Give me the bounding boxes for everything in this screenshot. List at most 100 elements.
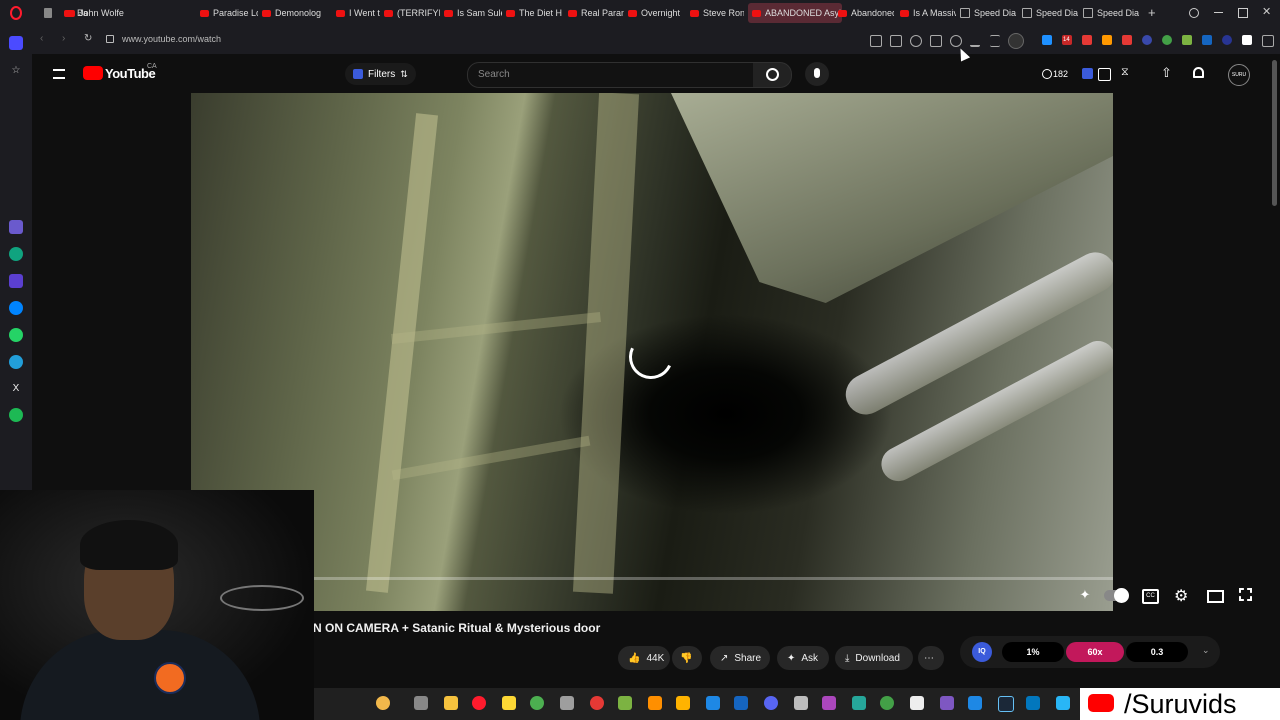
new-tab-button[interactable]: + — [1148, 5, 1156, 20]
filters-button[interactable]: Filters ⇅ — [345, 63, 416, 85]
discord-icon[interactable] — [764, 696, 778, 710]
extension-3-icon[interactable] — [1082, 35, 1092, 45]
steam-icon[interactable] — [998, 696, 1014, 712]
settings-gear-icon[interactable]: ⚙ — [1174, 586, 1188, 606]
taskbar-app-18-icon[interactable] — [1056, 696, 1070, 710]
download-button[interactable]: ⤓ Download — [835, 646, 913, 670]
aria-icon[interactable] — [9, 220, 23, 234]
extension-10-icon[interactable] — [1242, 35, 1252, 45]
restore-button[interactable] — [1238, 8, 1248, 18]
page-scrollbar[interactable] — [1272, 60, 1277, 206]
tab-9[interactable]: Overnight — [628, 3, 684, 23]
sparkle-icon[interactable]: ✦ — [1077, 587, 1093, 603]
whatsapp-icon[interactable] — [9, 328, 23, 342]
taskbar-app-8-icon[interactable] — [706, 696, 720, 710]
extension-7-icon[interactable] — [1182, 35, 1192, 45]
tab-14[interactable]: Speed Dial — [960, 3, 1016, 23]
voice-search-button[interactable] — [805, 62, 829, 86]
taskbar-app-14-icon[interactable] — [910, 696, 924, 710]
tab-1[interactable]: John Wolfe — [66, 3, 124, 23]
upload-icon[interactable]: ⇧ — [1161, 65, 1172, 81]
tab-menu-icon[interactable] — [44, 8, 52, 18]
extension-icon[interactable] — [9, 274, 23, 288]
share-button[interactable]: ↗ Share — [710, 646, 770, 670]
taskbar-app-16-icon[interactable] — [968, 696, 982, 710]
close-window-button[interactable]: ✕ — [1262, 5, 1271, 18]
menu-icon[interactable] — [990, 35, 1000, 47]
tab-16[interactable]: Speed Dial — [1083, 3, 1139, 23]
back-icon[interactable]: ‹ — [40, 33, 43, 44]
queue-icon[interactable] — [1098, 68, 1111, 81]
tab-12[interactable]: Abandoned — [838, 3, 894, 23]
history-icon[interactable] — [1042, 69, 1052, 79]
ext-value-percent[interactable]: 1% — [1002, 642, 1064, 662]
tab-13[interactable]: Is A Massiv — [900, 3, 956, 23]
theater-mode-icon[interactable] — [1207, 590, 1224, 603]
shield-icon[interactable] — [910, 35, 922, 47]
extension-4-icon[interactable] — [1122, 35, 1132, 45]
opera-taskbar-icon[interactable] — [472, 696, 486, 710]
taskbar-app-17-icon[interactable] — [1026, 696, 1040, 710]
extensions-puzzle-icon[interactable] — [1262, 35, 1274, 47]
tab-11[interactable]: ABANDONED Asylu — [748, 3, 842, 23]
taskbar-app-12-icon[interactable] — [852, 696, 866, 710]
taskbar-app-10-icon[interactable] — [794, 696, 808, 710]
taskbar-app-7-icon[interactable] — [676, 696, 690, 710]
rss-icon[interactable] — [1102, 35, 1112, 45]
tab-2[interactable]: Paradise Lo — [200, 3, 258, 23]
tab-4[interactable]: I Went to th — [336, 3, 380, 23]
chrome-icon[interactable] — [590, 696, 604, 710]
taskbar-app-13-icon[interactable] — [880, 696, 894, 710]
vlc-icon[interactable] — [648, 696, 662, 710]
pinboard-icon[interactable]: ☆ — [9, 64, 23, 78]
hourglass-icon[interactable]: ⧖ — [1121, 66, 1129, 79]
messenger-icon[interactable] — [9, 301, 23, 315]
taskbar-app-2-icon[interactable] — [414, 696, 428, 710]
extension-2-icon[interactable]: 14 — [1062, 35, 1072, 45]
tab-10[interactable]: Steve Ronin — [690, 3, 744, 23]
file-explorer-icon[interactable] — [444, 696, 458, 710]
search-button[interactable] — [753, 62, 792, 88]
tab-8[interactable]: Real Paranc — [568, 3, 624, 23]
extension-5-icon[interactable] — [1142, 35, 1152, 45]
extension-8-icon[interactable] — [1202, 35, 1212, 45]
video-progress-bar[interactable] — [191, 577, 1113, 580]
forward-icon[interactable]: › — [62, 33, 65, 44]
spotify-icon[interactable] — [9, 408, 23, 422]
heart-icon[interactable] — [950, 35, 962, 47]
ext-value-ratio[interactable]: 0.3 — [1126, 642, 1188, 662]
hamburger-menu-icon[interactable] — [53, 69, 65, 79]
play-icon[interactable] — [930, 35, 942, 47]
telegram-icon[interactable] — [9, 355, 23, 369]
home-icon[interactable] — [9, 36, 23, 50]
taskbar-app-3-icon[interactable] — [502, 696, 516, 710]
captions-icon[interactable]: CC — [1142, 589, 1159, 604]
taskbar-app-1-icon[interactable] — [376, 696, 390, 710]
taskbar-app-5-icon[interactable] — [560, 696, 574, 710]
iq-badge[interactable]: IQ — [972, 642, 992, 662]
iq-extension-icon[interactable] — [1082, 68, 1093, 79]
minimize-button[interactable] — [1214, 12, 1223, 13]
search-input[interactable]: Search — [467, 62, 755, 88]
ext-value-speed[interactable]: 60x — [1066, 642, 1124, 662]
like-button[interactable]: 👍 44K — [618, 646, 670, 670]
x-icon[interactable]: X — [9, 382, 23, 396]
extension-6-icon[interactable] — [1162, 35, 1172, 45]
chatgpt-icon[interactable] — [9, 247, 23, 261]
edit-icon[interactable] — [870, 35, 882, 47]
tab-6[interactable]: Is Sam Sule — [444, 3, 502, 23]
dislike-button[interactable]: 👎 — [672, 646, 702, 670]
tab-5[interactable]: (TERRIFYIN — [384, 3, 440, 23]
download-icon[interactable] — [970, 35, 980, 47]
camera-icon[interactable] — [890, 35, 902, 47]
taskbar-app-4-icon[interactable] — [530, 696, 544, 710]
tab-3[interactable]: Demonolog — [262, 3, 332, 23]
notifications-bell-icon[interactable] — [1193, 67, 1204, 78]
video-player[interactable]: ✦ — [191, 93, 1113, 611]
extension-1-icon[interactable] — [1042, 35, 1052, 45]
profile-icon[interactable] — [1008, 33, 1024, 49]
tab-search-icon[interactable] — [1189, 8, 1199, 18]
avatar[interactable]: SURU — [1228, 64, 1250, 86]
ext-chevron-down-icon[interactable]: ⌄ — [1202, 645, 1210, 656]
fullscreen-icon[interactable] — [1239, 588, 1252, 601]
